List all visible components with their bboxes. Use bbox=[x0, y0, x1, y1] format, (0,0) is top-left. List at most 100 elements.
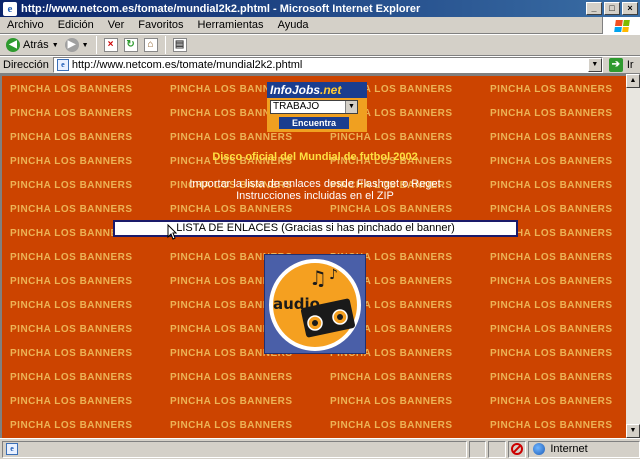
banner-text[interactable]: PINCHA LOS BANNERS bbox=[330, 132, 453, 143]
ie-icon: e bbox=[3, 1, 17, 16]
globe-icon bbox=[533, 443, 546, 455]
vertical-scrollbar[interactable]: ▲ ▼ bbox=[626, 74, 640, 438]
instructions-line-1: Importar la lista de enlaces desde Flash… bbox=[189, 178, 441, 190]
infojobs-logo-main: InfoJobs bbox=[270, 83, 320, 97]
menu-ver[interactable]: Ver bbox=[101, 19, 132, 31]
toolbar-separator bbox=[164, 36, 166, 54]
banner-text[interactable]: PINCHA LOS BANNERS bbox=[490, 300, 613, 311]
banner-text[interactable]: PINCHA LOS BANNERS bbox=[10, 132, 133, 143]
infojobs-search-box: TRABAJO ▼ Encuentra bbox=[267, 98, 367, 132]
menu-archivo[interactable]: Archivo bbox=[0, 19, 51, 31]
banner-text[interactable]: PINCHA LOS BANNERS bbox=[330, 204, 453, 215]
printer-icon: ▤ bbox=[172, 38, 187, 52]
audio-image[interactable]: ♫ ♪ audio bbox=[264, 254, 366, 354]
infojobs-banner[interactable]: InfoJobs.net TRABAJO ▼ Encuentra bbox=[267, 82, 367, 132]
refresh-icon: ↻ bbox=[123, 38, 138, 52]
address-url[interactable]: http://www.netcom.es/tomate/mundial2k2.p… bbox=[72, 59, 303, 71]
instructions: Importar la lista de enlaces desde Flash… bbox=[2, 178, 626, 202]
instructions-line-2: Instrucciones incluidas en el ZIP bbox=[236, 190, 394, 202]
address-dropdown-icon[interactable]: ▼ bbox=[587, 58, 602, 72]
banner-text[interactable]: PINCHA LOS BANNERS bbox=[170, 132, 293, 143]
status-bar: e Internet bbox=[0, 438, 640, 459]
windows-logo-icon bbox=[602, 17, 640, 34]
status-panel bbox=[468, 440, 487, 458]
banner-text[interactable]: PINCHA LOS BANNERS bbox=[10, 396, 133, 407]
banner-text[interactable]: PINCHA LOS BANNERS bbox=[490, 396, 613, 407]
toolbar: ◀ Atrás ▼ ▶ ▼ × ↻ ⌂ ▤ bbox=[0, 34, 640, 56]
page-headline: Disco oficial del Mundial de futbol 2002 bbox=[212, 151, 418, 163]
infojobs-select-value: TRABAJO bbox=[273, 101, 320, 112]
scroll-up-icon[interactable]: ▲ bbox=[626, 74, 640, 88]
go-arrow-icon: ➔ bbox=[608, 58, 623, 72]
banner-text[interactable]: PINCHA LOS BANNERS bbox=[170, 396, 293, 407]
banner-text[interactable]: PINCHA LOS BANNERS bbox=[10, 204, 133, 215]
banner-text[interactable]: PINCHA LOS BANNERS bbox=[330, 396, 453, 407]
banner-text[interactable]: PINCHA LOS BANNERS bbox=[10, 252, 133, 263]
banner-text[interactable]: PINCHA LOS BANNERS bbox=[10, 108, 133, 119]
banner-text[interactable]: PINCHA LOS BANNERS bbox=[170, 420, 293, 431]
banner-text[interactable]: PINCHA LOS BANNERS bbox=[170, 372, 293, 383]
banner-text[interactable]: PINCHA LOS BANNERS bbox=[490, 276, 613, 287]
banner-text[interactable]: PINCHA LOS BANNERS bbox=[10, 324, 133, 335]
mouse-cursor-icon bbox=[167, 224, 177, 240]
forward-dropdown-icon[interactable]: ▼ bbox=[82, 42, 89, 49]
svg-text:♫: ♫ bbox=[309, 266, 327, 290]
toolbar-separator bbox=[95, 36, 97, 54]
banner-text[interactable]: PINCHA LOS BANNERS bbox=[490, 420, 613, 431]
banner-text[interactable]: PINCHA LOS BANNERS bbox=[490, 84, 613, 95]
stop-button[interactable]: × bbox=[101, 35, 121, 55]
menu-herramientas[interactable]: Herramientas bbox=[191, 19, 271, 31]
title-bar: e http://www.netcom.es/tomate/mundial2k2… bbox=[0, 0, 640, 17]
banner-text[interactable]: PINCHA LOS BANNERS bbox=[10, 348, 133, 359]
maximize-button[interactable]: □ bbox=[604, 2, 620, 15]
zone-label: Internet bbox=[550, 443, 588, 455]
banner-text[interactable]: PINCHA LOS BANNERS bbox=[10, 84, 133, 95]
banner-text[interactable]: PINCHA LOS BANNERS bbox=[490, 348, 613, 359]
back-dropdown-icon[interactable]: ▼ bbox=[52, 42, 59, 49]
menu-favoritos[interactable]: Favoritos bbox=[131, 19, 190, 31]
banner-text[interactable]: PINCHA LOS BANNERS bbox=[10, 276, 133, 287]
window-title: http://www.netcom.es/tomate/mundial2k2.p… bbox=[21, 2, 421, 15]
back-button[interactable]: ◀ Atrás ▼ bbox=[3, 35, 62, 55]
stop-icon: × bbox=[103, 38, 118, 52]
status-panel bbox=[488, 440, 507, 458]
banner-text[interactable]: PINCHA LOS BANNERS bbox=[10, 372, 133, 383]
minimize-button[interactable]: _ bbox=[586, 2, 602, 15]
banner-text[interactable]: PINCHA LOS BANNERS bbox=[10, 300, 133, 311]
print-button[interactable]: ▤ bbox=[170, 35, 190, 55]
banner-text[interactable]: PINCHA LOS BANNERS bbox=[490, 204, 613, 215]
scroll-down-icon[interactable]: ▼ bbox=[626, 424, 640, 438]
refresh-button[interactable]: ↻ bbox=[121, 35, 141, 55]
banner-text[interactable]: PINCHA LOS BANNERS bbox=[490, 132, 613, 143]
home-button[interactable]: ⌂ bbox=[141, 35, 161, 55]
infojobs-logo[interactable]: InfoJobs.net bbox=[267, 82, 367, 98]
infojobs-category-select[interactable]: TRABAJO ▼ bbox=[270, 100, 358, 114]
chevron-down-icon[interactable]: ▼ bbox=[345, 101, 357, 113]
close-button[interactable]: × bbox=[622, 2, 638, 15]
menu-ayuda[interactable]: Ayuda bbox=[271, 19, 316, 31]
banner-text[interactable]: PINCHA LOS BANNERS bbox=[490, 324, 613, 335]
banner-text[interactable]: PINCHA LOS BANNERS bbox=[330, 420, 453, 431]
popup-blocked-panel[interactable] bbox=[508, 440, 527, 458]
banner-text[interactable]: PINCHA LOS BANNERS bbox=[170, 204, 293, 215]
banner-text[interactable]: PINCHA LOS BANNERS bbox=[10, 420, 133, 431]
infojobs-search-button[interactable]: Encuentra bbox=[279, 117, 349, 129]
menu-edicion[interactable]: Edición bbox=[51, 19, 101, 31]
infojobs-logo-suffix: .net bbox=[320, 83, 342, 97]
menu-bar: Archivo Edición Ver Favoritos Herramient… bbox=[0, 17, 640, 34]
banner-text[interactable]: PINCHA LOS BANNERS bbox=[490, 252, 613, 263]
back-label: Atrás bbox=[23, 39, 49, 51]
address-label: Dirección bbox=[3, 59, 49, 71]
address-input[interactable]: e http://www.netcom.es/tomate/mundial2k2… bbox=[52, 57, 603, 73]
status-main-panel: e bbox=[2, 440, 467, 458]
forward-button[interactable]: ▶ ▼ bbox=[62, 35, 92, 55]
banner-text[interactable]: PINCHA LOS BANNERS bbox=[490, 108, 613, 119]
security-zone-panel[interactable]: Internet bbox=[528, 440, 640, 458]
back-arrow-icon: ◀ bbox=[6, 38, 20, 52]
svg-text:♪: ♪ bbox=[329, 267, 338, 283]
banner-text[interactable]: PINCHA LOS BANNERS bbox=[330, 372, 453, 383]
page-content: PINCHA LOS BANNERS PINCHA LOS BANNERS PINC… bbox=[0, 74, 626, 438]
go-label: Ir bbox=[626, 59, 634, 71]
banner-text[interactable]: PINCHA LOS BANNERS bbox=[490, 372, 613, 383]
go-button[interactable]: ➔ Ir bbox=[608, 58, 634, 72]
